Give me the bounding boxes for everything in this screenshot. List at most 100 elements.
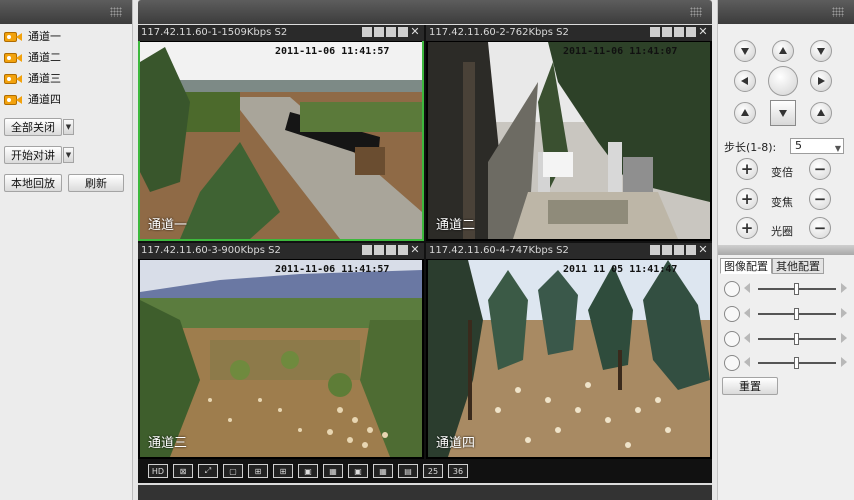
record-icon[interactable] xyxy=(362,27,372,37)
ptz-up-right-button[interactable] xyxy=(810,40,832,62)
config-tabs: 图像配置 其他配置 xyxy=(720,258,853,274)
video-cell-4[interactable]: 117.42.11.60-4-747Kbps S2 ✕ 2011 11 05 1… xyxy=(426,243,712,459)
arrow-left-icon xyxy=(741,77,748,85)
channel-item-2[interactable]: 通道二 xyxy=(4,48,61,66)
snapshot-icon[interactable] xyxy=(374,27,384,37)
channel-item-4[interactable]: 通道四 xyxy=(4,90,61,108)
ptz-up-left-button[interactable] xyxy=(734,40,756,62)
ptz-center-button[interactable] xyxy=(768,66,798,96)
slider-knob[interactable] xyxy=(794,357,799,369)
tab-image-config[interactable]: 图像配置 xyxy=(720,258,772,274)
slider-knob[interactable] xyxy=(794,283,799,295)
snapshot-icon[interactable] xyxy=(662,27,672,37)
layout-4-button[interactable]: ⊞ xyxy=(248,464,268,478)
layout-8-button[interactable]: ▣ xyxy=(298,464,318,478)
close-icon[interactable]: ✕ xyxy=(410,244,420,255)
slider-right-arrow[interactable] xyxy=(841,333,847,343)
video-timestamp: 2011-11-06 11:41:57 xyxy=(275,264,390,275)
zoom-in-button[interactable]: + xyxy=(736,158,758,180)
channel-item-3[interactable]: 通道三 xyxy=(4,69,61,87)
layout-scale-button[interactable]: ⊠ xyxy=(173,464,193,478)
contrast-slider[interactable] xyxy=(758,308,836,320)
grip-icon xyxy=(832,7,844,17)
talk-icon[interactable] xyxy=(386,27,396,37)
contrast-row xyxy=(722,305,850,323)
video-cell-1[interactable]: 117.42.11.60-1-1509Kbps S2 ✕ 2011-11-06 … xyxy=(138,25,424,241)
slider-left-arrow[interactable] xyxy=(744,357,750,367)
close-icon[interactable]: ✕ xyxy=(410,26,420,37)
arrow-up-icon xyxy=(741,109,749,116)
tab-other-config[interactable]: 其他配置 xyxy=(772,258,824,274)
ptz-down-left-button[interactable] xyxy=(734,102,756,124)
slider-left-arrow[interactable] xyxy=(744,283,750,293)
step-label: 步长(1-8): xyxy=(724,141,777,154)
record-icon[interactable] xyxy=(362,245,372,255)
layout-13-button[interactable]: ▤ xyxy=(398,464,418,478)
slider-knob[interactable] xyxy=(794,333,799,345)
audio-icon[interactable] xyxy=(686,27,696,37)
close-icon[interactable]: ✕ xyxy=(698,244,708,255)
ptz-left-button[interactable] xyxy=(734,70,756,92)
start-talk-button[interactable]: 开始对讲 xyxy=(4,146,62,164)
step-select[interactable]: 5 ▼ xyxy=(790,138,844,154)
start-talk-dropdown[interactable]: ▼ xyxy=(63,147,74,163)
layout-6-button[interactable]: ⊞ xyxy=(273,464,293,478)
iris-open-button[interactable]: + xyxy=(736,217,758,239)
collapse-bar[interactable] xyxy=(718,245,854,255)
ptz-down-button[interactable] xyxy=(770,100,796,126)
slider-right-arrow[interactable] xyxy=(841,283,847,293)
video-cell-3[interactable]: 117.42.11.60-3-900Kbps S2 ✕ 2011-11-06 1… xyxy=(138,243,424,459)
close-all-dropdown[interactable]: ▼ xyxy=(63,119,74,135)
layout-25-button[interactable]: 25 xyxy=(423,464,443,478)
video-cell-2[interactable]: 117.42.11.60-2-762Kbps S2 ✕ 2011-11-06 1… xyxy=(426,25,712,241)
video-timestamp: 2011-11-06 11:41:57 xyxy=(275,46,390,57)
layout-fullscreen-button[interactable]: ⤢ xyxy=(198,464,218,478)
arrow-down-icon xyxy=(779,110,787,117)
video-frame: 2011-11-06 11:41:57 通道三 xyxy=(140,260,422,457)
saturation-slider[interactable] xyxy=(758,333,836,345)
channel-item-1[interactable]: 通道一 xyxy=(4,27,61,45)
reset-button[interactable]: 重置 xyxy=(722,377,778,395)
talk-icon[interactable] xyxy=(674,27,684,37)
local-playback-button[interactable]: 本地回放 xyxy=(4,174,62,192)
video-channel-name: 通道二 xyxy=(436,218,476,233)
layout-10-button[interactable]: ▣ xyxy=(348,464,368,478)
arrow-down-icon xyxy=(817,48,825,55)
focus-in-button[interactable]: + xyxy=(736,188,758,210)
layout-hd-button[interactable]: HD xyxy=(148,464,168,478)
video-channel-name: 通道三 xyxy=(148,436,188,451)
layout-36-button[interactable]: 36 xyxy=(448,464,468,478)
layout-16-button[interactable]: ▦ xyxy=(373,464,393,478)
record-icon[interactable] xyxy=(650,245,660,255)
slider-right-arrow[interactable] xyxy=(841,308,847,318)
ptz-right-button[interactable] xyxy=(810,70,832,92)
channel-label: 通道二 xyxy=(28,51,61,64)
layout-1-button[interactable]: ▢ xyxy=(223,464,243,478)
audio-icon[interactable] xyxy=(686,245,696,255)
zoom-out-button[interactable]: − xyxy=(809,158,831,180)
layout-9-button[interactable]: ▦ xyxy=(323,464,343,478)
talk-icon[interactable] xyxy=(386,245,396,255)
saturation-icon xyxy=(724,331,740,347)
snapshot-icon[interactable] xyxy=(662,245,672,255)
close-icon[interactable]: ✕ xyxy=(698,26,708,37)
audio-icon[interactable] xyxy=(398,245,408,255)
slider-left-arrow[interactable] xyxy=(744,333,750,343)
ptz-up-button[interactable] xyxy=(772,40,794,62)
close-all-button[interactable]: 全部关闭 xyxy=(4,118,62,136)
iris-close-button[interactable]: − xyxy=(809,217,831,239)
ptz-panel: 步长(1-8): 5 ▼ + 变倍 − + 变焦 − + 光圈 − 图像配置 其他… xyxy=(717,0,854,500)
ptz-down-right-button[interactable] xyxy=(810,102,832,124)
hue-slider[interactable] xyxy=(758,357,836,369)
refresh-button[interactable]: 刷新 xyxy=(68,174,124,192)
slider-left-arrow[interactable] xyxy=(744,308,750,318)
brightness-slider[interactable] xyxy=(758,283,836,295)
audio-icon[interactable] xyxy=(398,27,408,37)
talk-icon[interactable] xyxy=(674,245,684,255)
slider-right-arrow[interactable] xyxy=(841,357,847,367)
slider-knob[interactable] xyxy=(794,308,799,320)
video-area-header xyxy=(138,0,712,24)
snapshot-icon[interactable] xyxy=(374,245,384,255)
focus-out-button[interactable]: − xyxy=(809,188,831,210)
record-icon[interactable] xyxy=(650,27,660,37)
